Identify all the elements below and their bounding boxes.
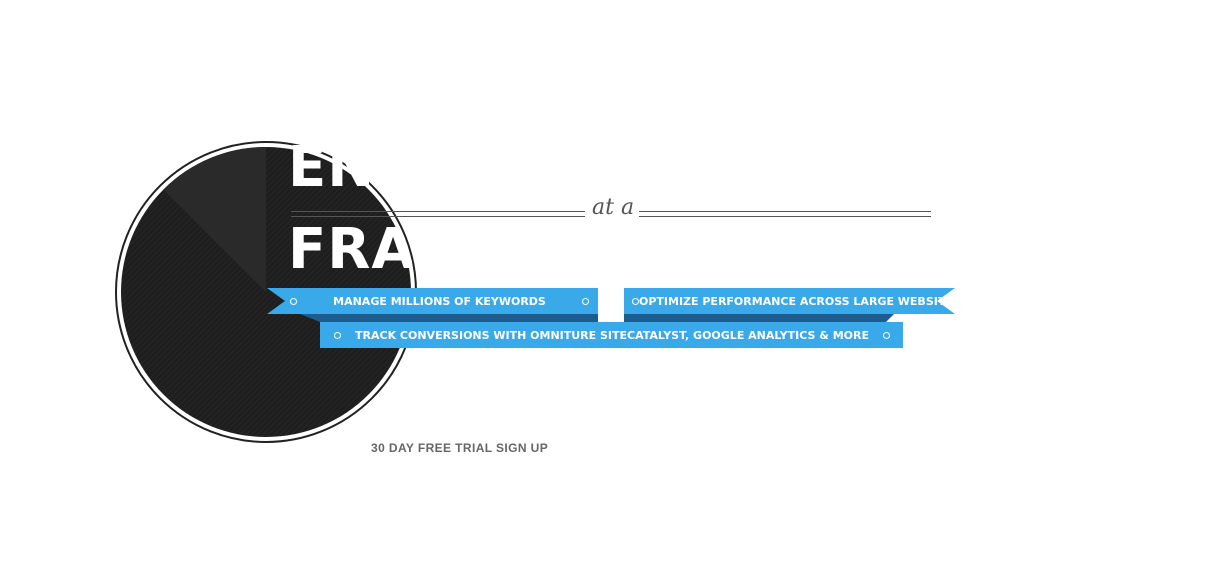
ribbon-dot-icon <box>632 298 639 305</box>
ribbon-dot-icon <box>883 331 890 339</box>
feature-ribbon-keywords: MANAGE MILLIONS OF KEYWORDS <box>267 288 598 314</box>
divider-right <box>639 211 931 217</box>
ribbon-fold <box>624 314 894 322</box>
script-word: at a <box>592 195 635 220</box>
feature-ribbon-performance: OPTIMIZE PERFORMANCE ACROSS LARGE WEBSIT… <box>624 288 955 314</box>
ribbon-dot-icon <box>582 297 589 305</box>
ribbon-dot-icon <box>290 297 297 305</box>
ribbon-fold <box>300 314 598 322</box>
feature-label: TRACK CONVERSIONS WITH OMNITURE SITECATA… <box>355 328 869 342</box>
feature-label: MANAGE MILLIONS OF KEYWORDS <box>333 294 546 308</box>
headline-top-text: EN <box>288 142 376 196</box>
ribbon-dot-icon <box>961 298 968 305</box>
headline-bottom: FRAG <box>288 224 412 276</box>
feature-label: OPTIMIZE PERFORMANCE ACROSS LARGE WEBSIT… <box>639 294 961 308</box>
headline-top: EN <box>288 142 410 196</box>
landing-hero: EN FRAG at a MANAGE MILLIONS OF KEYWORDS… <box>0 0 1220 570</box>
divider-left <box>291 211 585 217</box>
headline-bottom-text: FRAG <box>288 224 412 276</box>
ribbon-dot-icon <box>334 331 341 339</box>
free-trial-signup-link[interactable]: 30 DAY FREE TRIAL SIGN UP <box>371 441 548 455</box>
feature-ribbon-conversions: TRACK CONVERSIONS WITH OMNITURE SITECATA… <box>320 322 903 348</box>
